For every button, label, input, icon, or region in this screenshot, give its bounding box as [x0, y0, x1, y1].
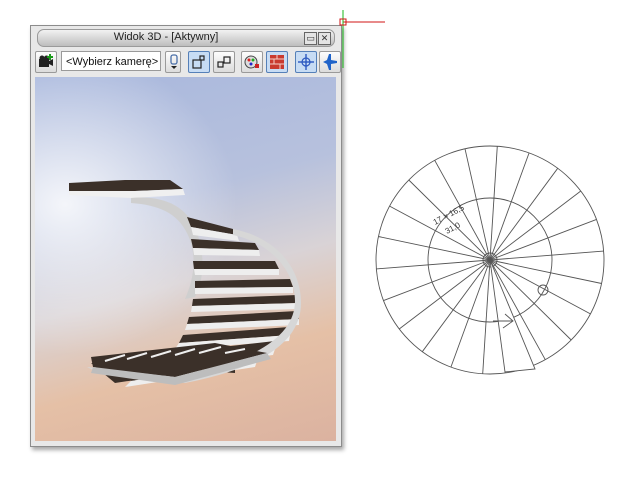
- camera-add-icon: [39, 54, 53, 67]
- camera-dropdown-icon: [170, 54, 178, 69]
- camera-add-button[interactable]: [35, 51, 57, 73]
- view-mode-2-icon: [217, 56, 231, 68]
- texture-button[interactable]: [266, 51, 288, 73]
- view-mode-1-icon: [192, 55, 205, 69]
- view-mode-1-button[interactable]: [188, 51, 210, 73]
- stair-step-line: [383, 259, 491, 302]
- render-settings-button[interactable]: [241, 51, 263, 73]
- stair-step-line: [489, 259, 602, 284]
- stair-step-line: [489, 218, 597, 261]
- stair-step-line: [376, 259, 491, 270]
- stair-length-label: 31,0: [444, 220, 462, 236]
- window-titlebar[interactable]: Widok 3D - [Aktywny] ▭ ✕: [37, 29, 335, 47]
- orbit-button[interactable]: [295, 51, 317, 73]
- view-toolbar: <Wybierz kamerę>: [35, 49, 341, 75]
- camera-dropdown-button[interactable]: [165, 51, 181, 73]
- stair-step-line: [489, 168, 559, 261]
- window-title: Widok 3D - [Aktywny]: [113, 31, 219, 43]
- camera-select[interactable]: <Wybierz kamerę>: [61, 51, 161, 71]
- stair-step-line: [464, 148, 491, 261]
- stair-step-line: [398, 259, 491, 330]
- stair-tread-top: [69, 180, 183, 191]
- stair-step-line: [408, 179, 491, 261]
- stair-step-line: [378, 236, 491, 261]
- orbit-icon: [298, 54, 314, 70]
- view-mode-2-button[interactable]: [213, 51, 235, 73]
- spiral-stair-render: [69, 180, 301, 387]
- stair-step-line: [421, 259, 491, 352]
- stair-stringer: [131, 197, 203, 299]
- render-settings-icon: [244, 55, 259, 69]
- stair-step-line: [489, 190, 582, 261]
- texture-icon: [270, 55, 284, 69]
- close-button[interactable]: ✕: [318, 32, 331, 45]
- render-viewport[interactable]: [35, 77, 336, 441]
- stair-opening-wedge: [489, 259, 536, 373]
- ucs-axis-icon: [339, 10, 385, 68]
- stair-step-line: [489, 250, 604, 261]
- stair-plan-drawing[interactable]: 17 × 16,5 31,0: [365, 140, 610, 380]
- stair-dimension-label: 17 × 16,5: [432, 203, 466, 227]
- view-3d-window[interactable]: Widok 3D - [Aktywny] ▭ ✕ <Wybierz kamerę…: [30, 25, 342, 447]
- minimize-button[interactable]: ▭: [304, 32, 317, 45]
